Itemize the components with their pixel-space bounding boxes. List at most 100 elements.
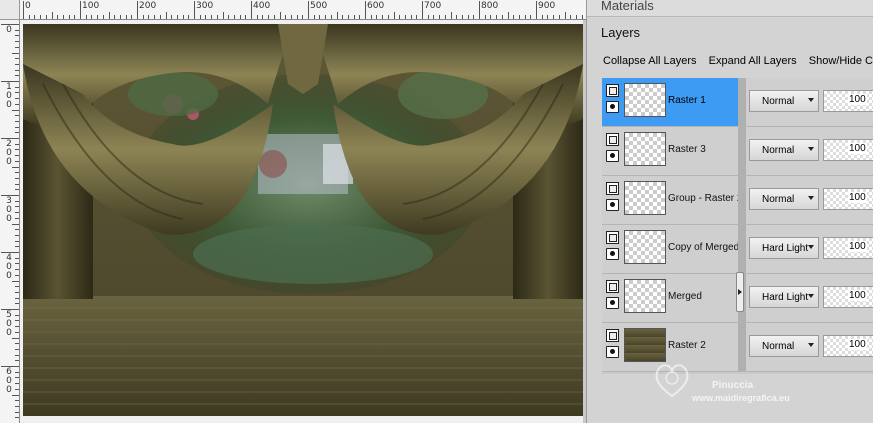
opacity-field[interactable]: 100 (823, 188, 873, 210)
layer-icons (606, 231, 620, 260)
v-ruler-tick (15, 326, 19, 328)
layer-row[interactable]: Raster 1 Normal 100 (602, 78, 873, 127)
h-ruler-tick (34, 15, 36, 19)
layer-row[interactable]: Copy of Merged Hard Light 100 (602, 225, 873, 274)
h-ruler-tick (473, 15, 475, 19)
layer-icons (606, 182, 620, 211)
h-ruler-label: 400 (253, 1, 271, 11)
h-ruler-tick (581, 15, 583, 19)
h-ruler-tick (108, 12, 110, 19)
h-ruler-tick (564, 12, 566, 19)
h-ruler-tick (353, 15, 355, 19)
materials-palette-header[interactable]: Materials (587, 0, 873, 17)
layer-name-cell[interactable]: Copy of Merged (602, 225, 739, 273)
layer-type-icon[interactable] (606, 329, 619, 342)
opacity-field[interactable]: 100 (823, 286, 873, 308)
h-ruler-tick (393, 12, 395, 19)
h-ruler-tick (541, 15, 543, 19)
h-ruler-tick (51, 12, 53, 19)
eye-icon[interactable] (606, 150, 619, 162)
h-ruler-tick (439, 15, 441, 19)
h-ruler-tick (513, 15, 515, 19)
v-ruler-tick (1, 195, 19, 196)
v-ruler-tick (15, 217, 19, 219)
v-ruler-tick (15, 212, 19, 214)
opacity-field[interactable]: 100 (823, 237, 873, 259)
v-ruler-tick (15, 297, 19, 299)
layer-row[interactable]: Group - Raster 2 Normal 100 (602, 176, 873, 225)
eye-icon[interactable] (606, 297, 619, 309)
layer-thumbnail (624, 132, 666, 166)
h-ruler-tick (553, 15, 555, 19)
v-ruler-label: 300 (6, 196, 12, 224)
v-ruler-tick (1, 81, 19, 82)
opacity-field[interactable]: 100 (823, 90, 873, 112)
h-ruler-tick (256, 15, 258, 19)
collapse-handle[interactable] (736, 272, 744, 312)
h-ruler-tick (165, 12, 167, 19)
v-ruler-tick (15, 377, 19, 379)
blend-mode-dropdown[interactable]: Normal (749, 335, 819, 357)
h-ruler-label: 800 (481, 1, 499, 11)
h-ruler-tick (422, 1, 423, 19)
h-ruler-tick (530, 15, 532, 19)
h-ruler-tick (148, 15, 150, 19)
v-ruler-tick (15, 58, 19, 60)
layer-thumbnail (624, 279, 666, 313)
layer-name: Group - Raster 2 (668, 193, 743, 204)
layer-icons (606, 280, 620, 309)
v-ruler-tick (15, 331, 19, 333)
layer-name-cell[interactable]: Raster 1 (602, 78, 738, 126)
v-ruler-tick (15, 240, 19, 242)
opacity-field[interactable]: 100 (823, 139, 873, 161)
h-ruler-tick (188, 15, 190, 19)
layer-name-cell[interactable]: Merged (602, 274, 738, 322)
eye-icon[interactable] (606, 248, 619, 260)
v-ruler-tick (15, 348, 19, 350)
blend-mode-dropdown[interactable]: Normal (749, 90, 819, 112)
layer-type-icon[interactable] (606, 84, 619, 97)
layer-name: Raster 2 (668, 340, 706, 351)
v-ruler-tick (12, 394, 19, 396)
layer-type-icon[interactable] (606, 280, 619, 293)
h-ruler-tick (365, 1, 366, 19)
opacity-field[interactable]: 100 (823, 335, 873, 357)
h-ruler-tick (399, 15, 401, 19)
v-ruler-tick (15, 354, 19, 356)
blend-mode-dropdown[interactable]: Hard Light (749, 237, 819, 259)
v-ruler-tick (12, 52, 19, 54)
v-ruler-tick (15, 160, 19, 162)
show-hide-button[interactable]: Show/Hide C (809, 55, 873, 67)
h-ruler-tick (290, 15, 292, 19)
collapse-all-layers-button[interactable]: Collapse All Layers (603, 55, 697, 67)
expand-all-layers-button[interactable]: Expand All Layers (709, 55, 797, 67)
layer-thumbnail (624, 328, 666, 362)
blend-mode-dropdown[interactable]: Normal (749, 139, 819, 161)
h-ruler-tick (199, 15, 201, 19)
opacity-value: 100 (848, 339, 867, 350)
layer-type-icon[interactable] (606, 231, 619, 244)
layer-name-cell[interactable]: Raster 3 (602, 127, 738, 175)
v-ruler-tick (12, 166, 19, 168)
h-ruler-tick (119, 15, 121, 19)
layer-name-cell[interactable]: Group - Raster 2 (602, 176, 742, 224)
h-ruler-label: 900 (538, 1, 556, 11)
canvas-image[interactable] (23, 24, 583, 416)
eye-icon[interactable] (606, 199, 619, 211)
layer-row[interactable]: Raster 3 Normal 100 (602, 127, 873, 176)
blend-mode-dropdown[interactable]: Normal (749, 188, 819, 210)
h-ruler-tick (319, 15, 321, 19)
h-ruler-tick (91, 15, 93, 19)
v-ruler-tick (15, 303, 19, 305)
h-ruler-tick (467, 15, 469, 19)
blend-mode-value: Normal (762, 145, 795, 156)
h-ruler-tick (57, 15, 59, 19)
eye-icon[interactable] (606, 346, 619, 358)
h-ruler-tick (171, 15, 173, 19)
eye-icon[interactable] (606, 101, 619, 113)
v-ruler-tick (15, 200, 19, 202)
layer-type-icon[interactable] (606, 133, 619, 146)
h-ruler-tick (239, 15, 241, 19)
blend-mode-dropdown[interactable]: Hard Light (749, 286, 819, 308)
layer-type-icon[interactable] (606, 182, 619, 195)
